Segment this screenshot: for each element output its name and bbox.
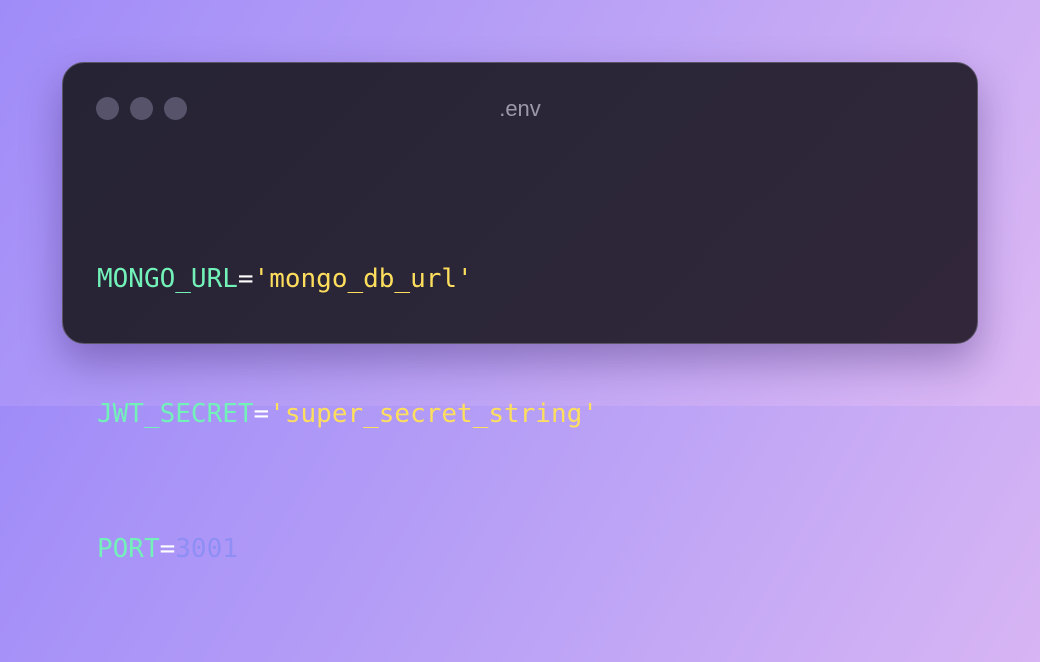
env-key: MONGO_URL (97, 264, 238, 294)
code-editor[interactable]: MONGO_URL='mongo_db_url' JWT_SECRET='sup… (97, 167, 598, 662)
env-key: PORT (97, 534, 160, 564)
code-line: PORT=3001 (97, 527, 598, 572)
env-value: 'mongo_db_url' (253, 264, 473, 294)
env-value: 'super_secret_string' (269, 399, 598, 429)
assign-operator: = (159, 534, 176, 564)
assign-operator: = (253, 399, 270, 429)
assign-operator: = (237, 264, 254, 294)
window-titlebar: .env (63, 63, 977, 155)
env-key: JWT_SECRET (97, 399, 254, 429)
code-line: JWT_SECRET='super_secret_string' (97, 392, 598, 437)
code-window: .env MONGO_URL='mongo_db_url' JWT_SECRET… (62, 62, 978, 564)
code-line: MONGO_URL='mongo_db_url' (97, 257, 598, 302)
env-value: 3001 (175, 534, 238, 564)
window-title: .env (499, 96, 541, 121)
